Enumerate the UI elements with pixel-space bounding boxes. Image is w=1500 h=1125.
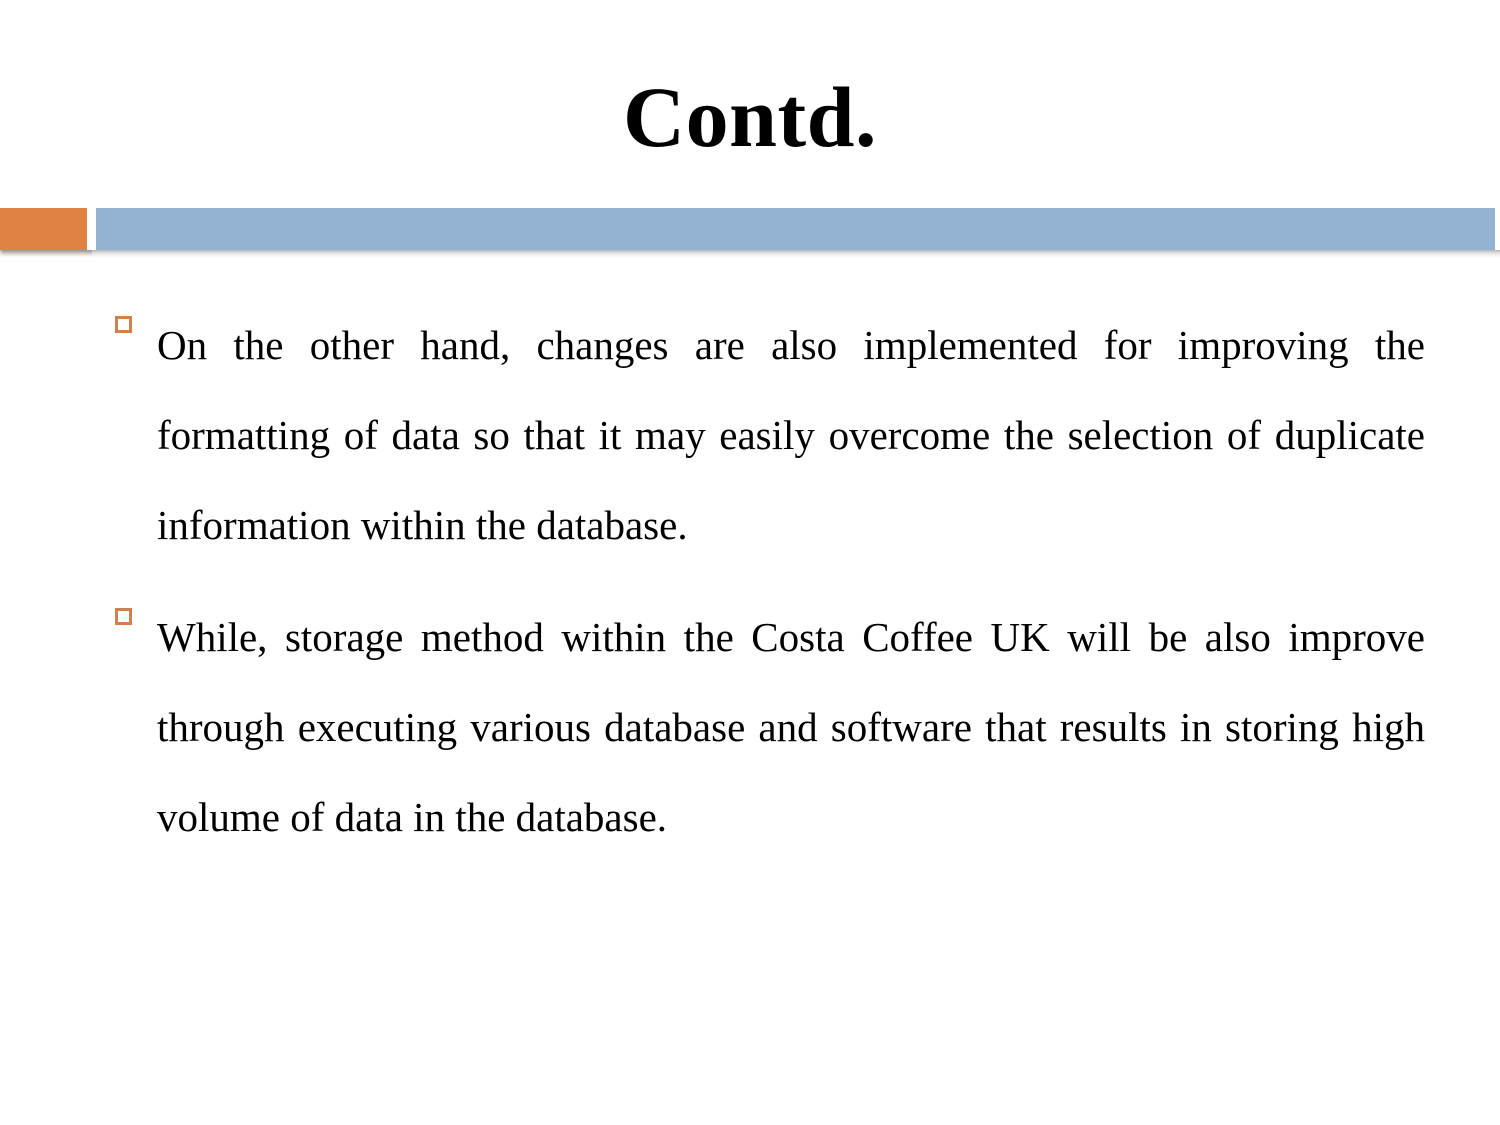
title-container: Contd. <box>0 62 1500 172</box>
bullet-text: On the other hand, changes are also impl… <box>157 322 1425 548</box>
page-title: Contd. <box>623 68 877 165</box>
divider-accent-block <box>0 208 87 250</box>
divider-bar <box>96 208 1495 250</box>
body-content: On the other hand, changes are also impl… <box>113 300 1425 862</box>
bullet-text: While, storage method within the Costa C… <box>157 614 1425 840</box>
divider <box>0 208 1500 250</box>
slide: Contd. On the other hand, changes are al… <box>0 0 1500 1125</box>
divider-shadow <box>0 250 1500 259</box>
square-bullet-icon <box>115 316 132 333</box>
list-item: While, storage method within the Costa C… <box>113 592 1425 862</box>
divider-accent-shadow <box>2 250 92 257</box>
list-item: On the other hand, changes are also impl… <box>113 300 1425 570</box>
square-bullet-icon <box>115 608 132 625</box>
